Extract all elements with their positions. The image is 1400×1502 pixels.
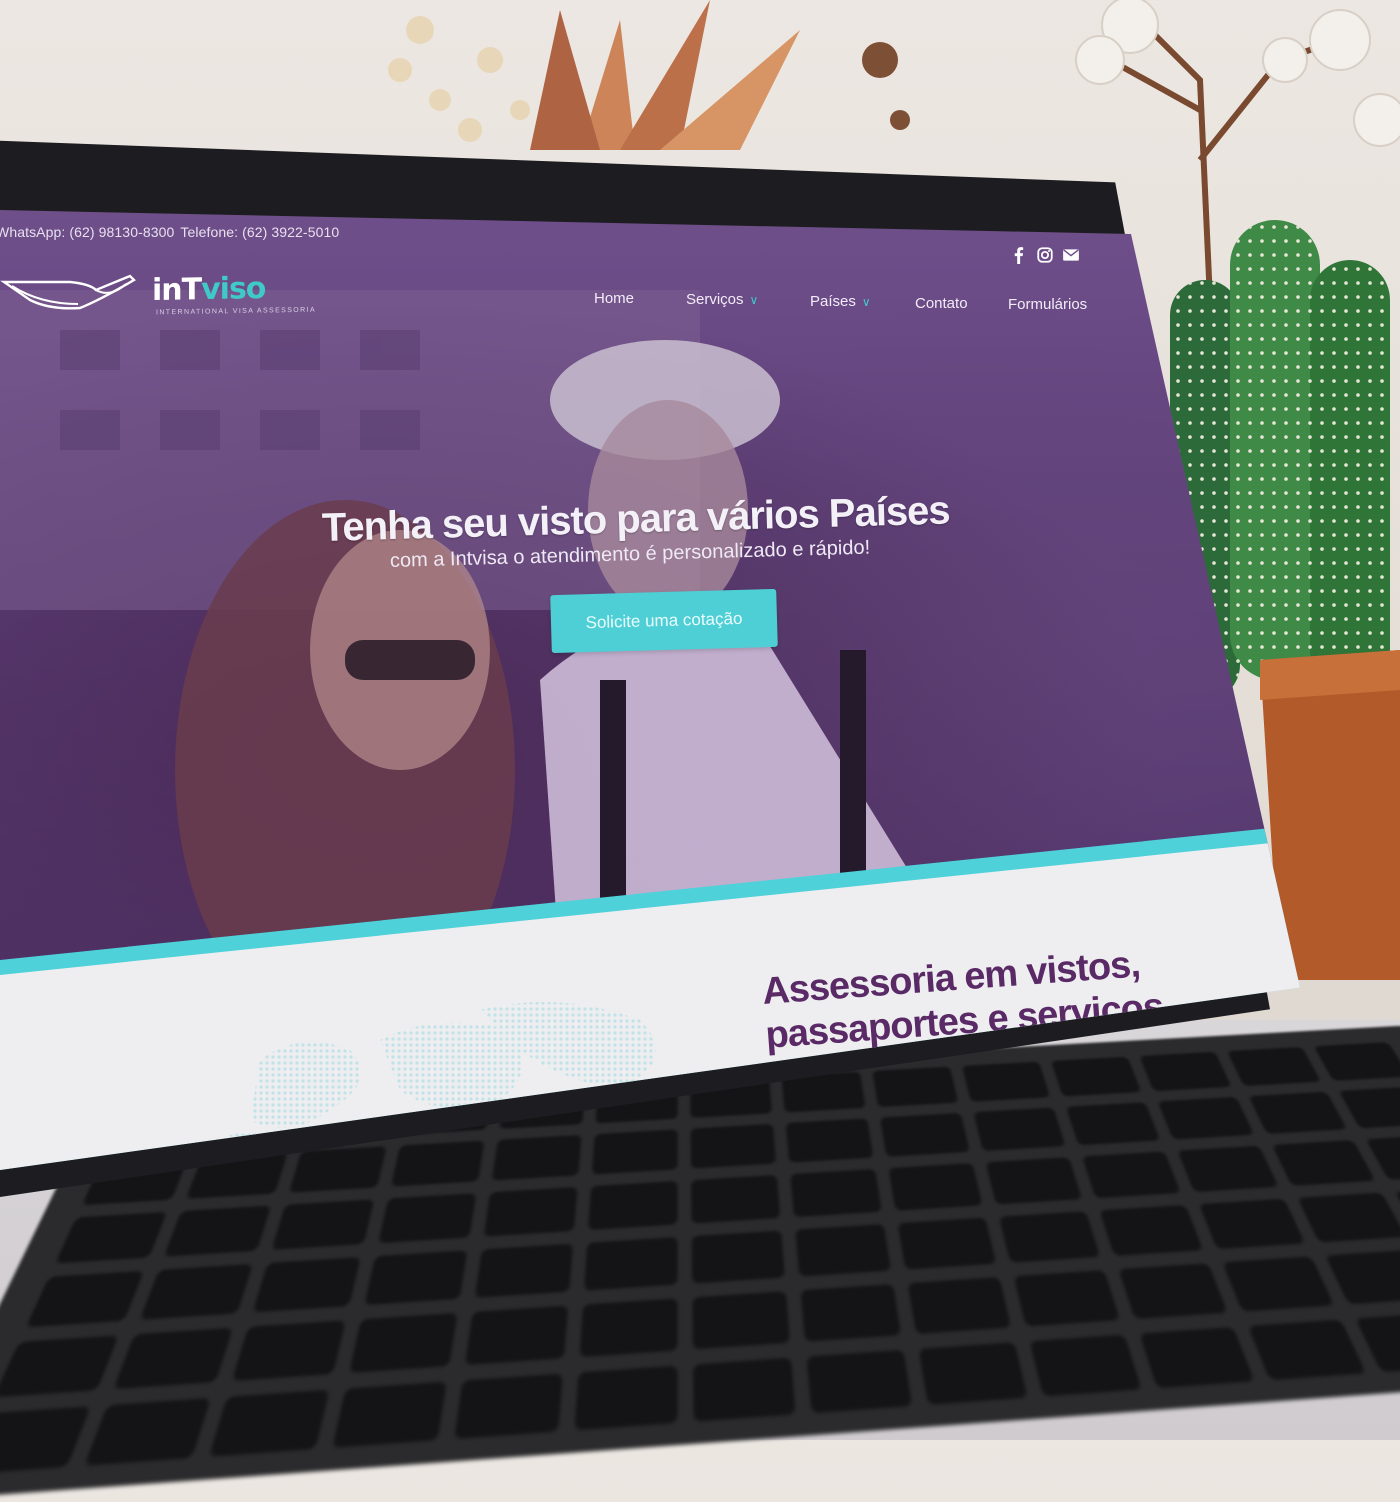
keyboard-key [1198, 1198, 1306, 1250]
nav-home[interactable]: Home [594, 290, 634, 307]
keyboard-key [692, 1357, 796, 1422]
keyboard-key [795, 1223, 892, 1277]
chevron-down-icon: ∨ [749, 292, 759, 307]
nav-contato-label: Contato [915, 295, 968, 312]
keyboard-key [464, 1305, 569, 1366]
keyboard-key [1313, 1042, 1400, 1082]
keyboard-key [1248, 1091, 1348, 1135]
keyboard-key [998, 1211, 1101, 1263]
keyboard-key [692, 1291, 791, 1350]
facebook-icon[interactable] [1010, 246, 1028, 264]
keyboard-key [785, 1118, 874, 1163]
request-quote-button[interactable]: Solicite uma cotação [550, 588, 778, 654]
keyboard-key [579, 1298, 678, 1358]
keyboard-key [690, 1123, 777, 1169]
keyboard-key [1050, 1056, 1142, 1097]
dried-flowers-decoration [388, 0, 910, 150]
keyboard-key [1222, 1256, 1335, 1312]
keyboard-key [1157, 1096, 1255, 1140]
keyboard-key [0, 1406, 92, 1475]
keyboard-key [1118, 1263, 1228, 1320]
keyboard-key [888, 1162, 983, 1211]
keyboard-key [1081, 1151, 1181, 1199]
keyboard-key [231, 1320, 346, 1382]
nav-formularios[interactable]: Formulários [1008, 296, 1087, 313]
keyboard-key [364, 1250, 468, 1306]
nav-servicos[interactable]: Serviços ∨ [686, 291, 758, 308]
keyboard-key [390, 1140, 485, 1187]
keyboard-key [25, 1270, 145, 1328]
keyboard-key [985, 1157, 1083, 1205]
social-links [1010, 246, 1080, 264]
keyboard-key [83, 1397, 212, 1466]
keyboard-key [1013, 1270, 1121, 1327]
keyboard-key [806, 1349, 913, 1414]
keyboard-key [139, 1263, 254, 1320]
keyboard-key [800, 1283, 902, 1342]
keyboard-key [54, 1211, 168, 1264]
keyboard-key [0, 1335, 119, 1398]
keyboard-key [872, 1066, 959, 1108]
keyboard-key [879, 1112, 970, 1157]
keyboard-key [332, 1381, 447, 1448]
instagram-icon[interactable] [1036, 246, 1054, 264]
keyboard-key [918, 1342, 1028, 1405]
nav-servicos-label: Serviços [686, 291, 744, 308]
keyboard-key [588, 1180, 678, 1231]
keyboard-key [897, 1217, 997, 1270]
telefone-text[interactable]: Telefone: (62) 3922-5010 [180, 224, 339, 240]
keyboard-key [1099, 1204, 1204, 1257]
nav-home-label: Home [594, 290, 635, 307]
keyboard-key [574, 1365, 678, 1431]
envelope-icon[interactable] [1062, 246, 1080, 264]
keyboard-key [907, 1276, 1012, 1335]
keyboard-key [491, 1134, 582, 1181]
keyboard-key [1324, 1249, 1400, 1305]
keyboard-key [1226, 1046, 1322, 1087]
keyboard-key [474, 1243, 574, 1298]
keyboard-key [1338, 1086, 1400, 1129]
keyboard-key [583, 1236, 678, 1291]
contact-bar: WhatsApp: (62) 98130-8300 Telefone: (62) … [0, 224, 345, 240]
main-navigation: Home Serviços ∨ Países ∨ Contato Formulári… [0, 290, 1300, 320]
keyboard-key [691, 1230, 786, 1284]
keyboard-key [1177, 1145, 1279, 1193]
keyboard-key [377, 1193, 477, 1244]
keyboard-key [453, 1373, 563, 1440]
keyboard-key [1065, 1102, 1161, 1146]
keyboard-key [1247, 1319, 1367, 1381]
keyboard-key [1029, 1334, 1142, 1397]
keyboard-key [271, 1199, 375, 1250]
keyboard-key [591, 1129, 678, 1175]
nav-paises[interactable]: Países ∨ [810, 293, 871, 310]
nav-contato[interactable]: Contato [915, 295, 968, 312]
keyboard-key [1297, 1192, 1400, 1243]
keyboard-key [790, 1168, 882, 1218]
keyboard-key [961, 1061, 1051, 1102]
keyboard-key [113, 1327, 234, 1390]
nav-paises-label: Países [810, 293, 856, 310]
keyboard-key [288, 1146, 387, 1193]
keyboard-key [163, 1205, 272, 1257]
keyboard-key [1139, 1326, 1255, 1389]
keyboard-key [483, 1186, 578, 1237]
keyboard-key [1139, 1051, 1232, 1092]
keyboard-key [348, 1312, 458, 1374]
whatsapp-text[interactable]: WhatsApp: (62) 98130-8300 [0, 224, 174, 240]
nav-formularios-label: Formulários [1008, 296, 1088, 313]
keyboard-key [973, 1107, 1066, 1152]
keyboard-key [252, 1257, 361, 1313]
keyboard-key [691, 1174, 781, 1224]
chevron-down-icon: ∨ [861, 294, 871, 309]
keyboard-key [1271, 1139, 1376, 1187]
